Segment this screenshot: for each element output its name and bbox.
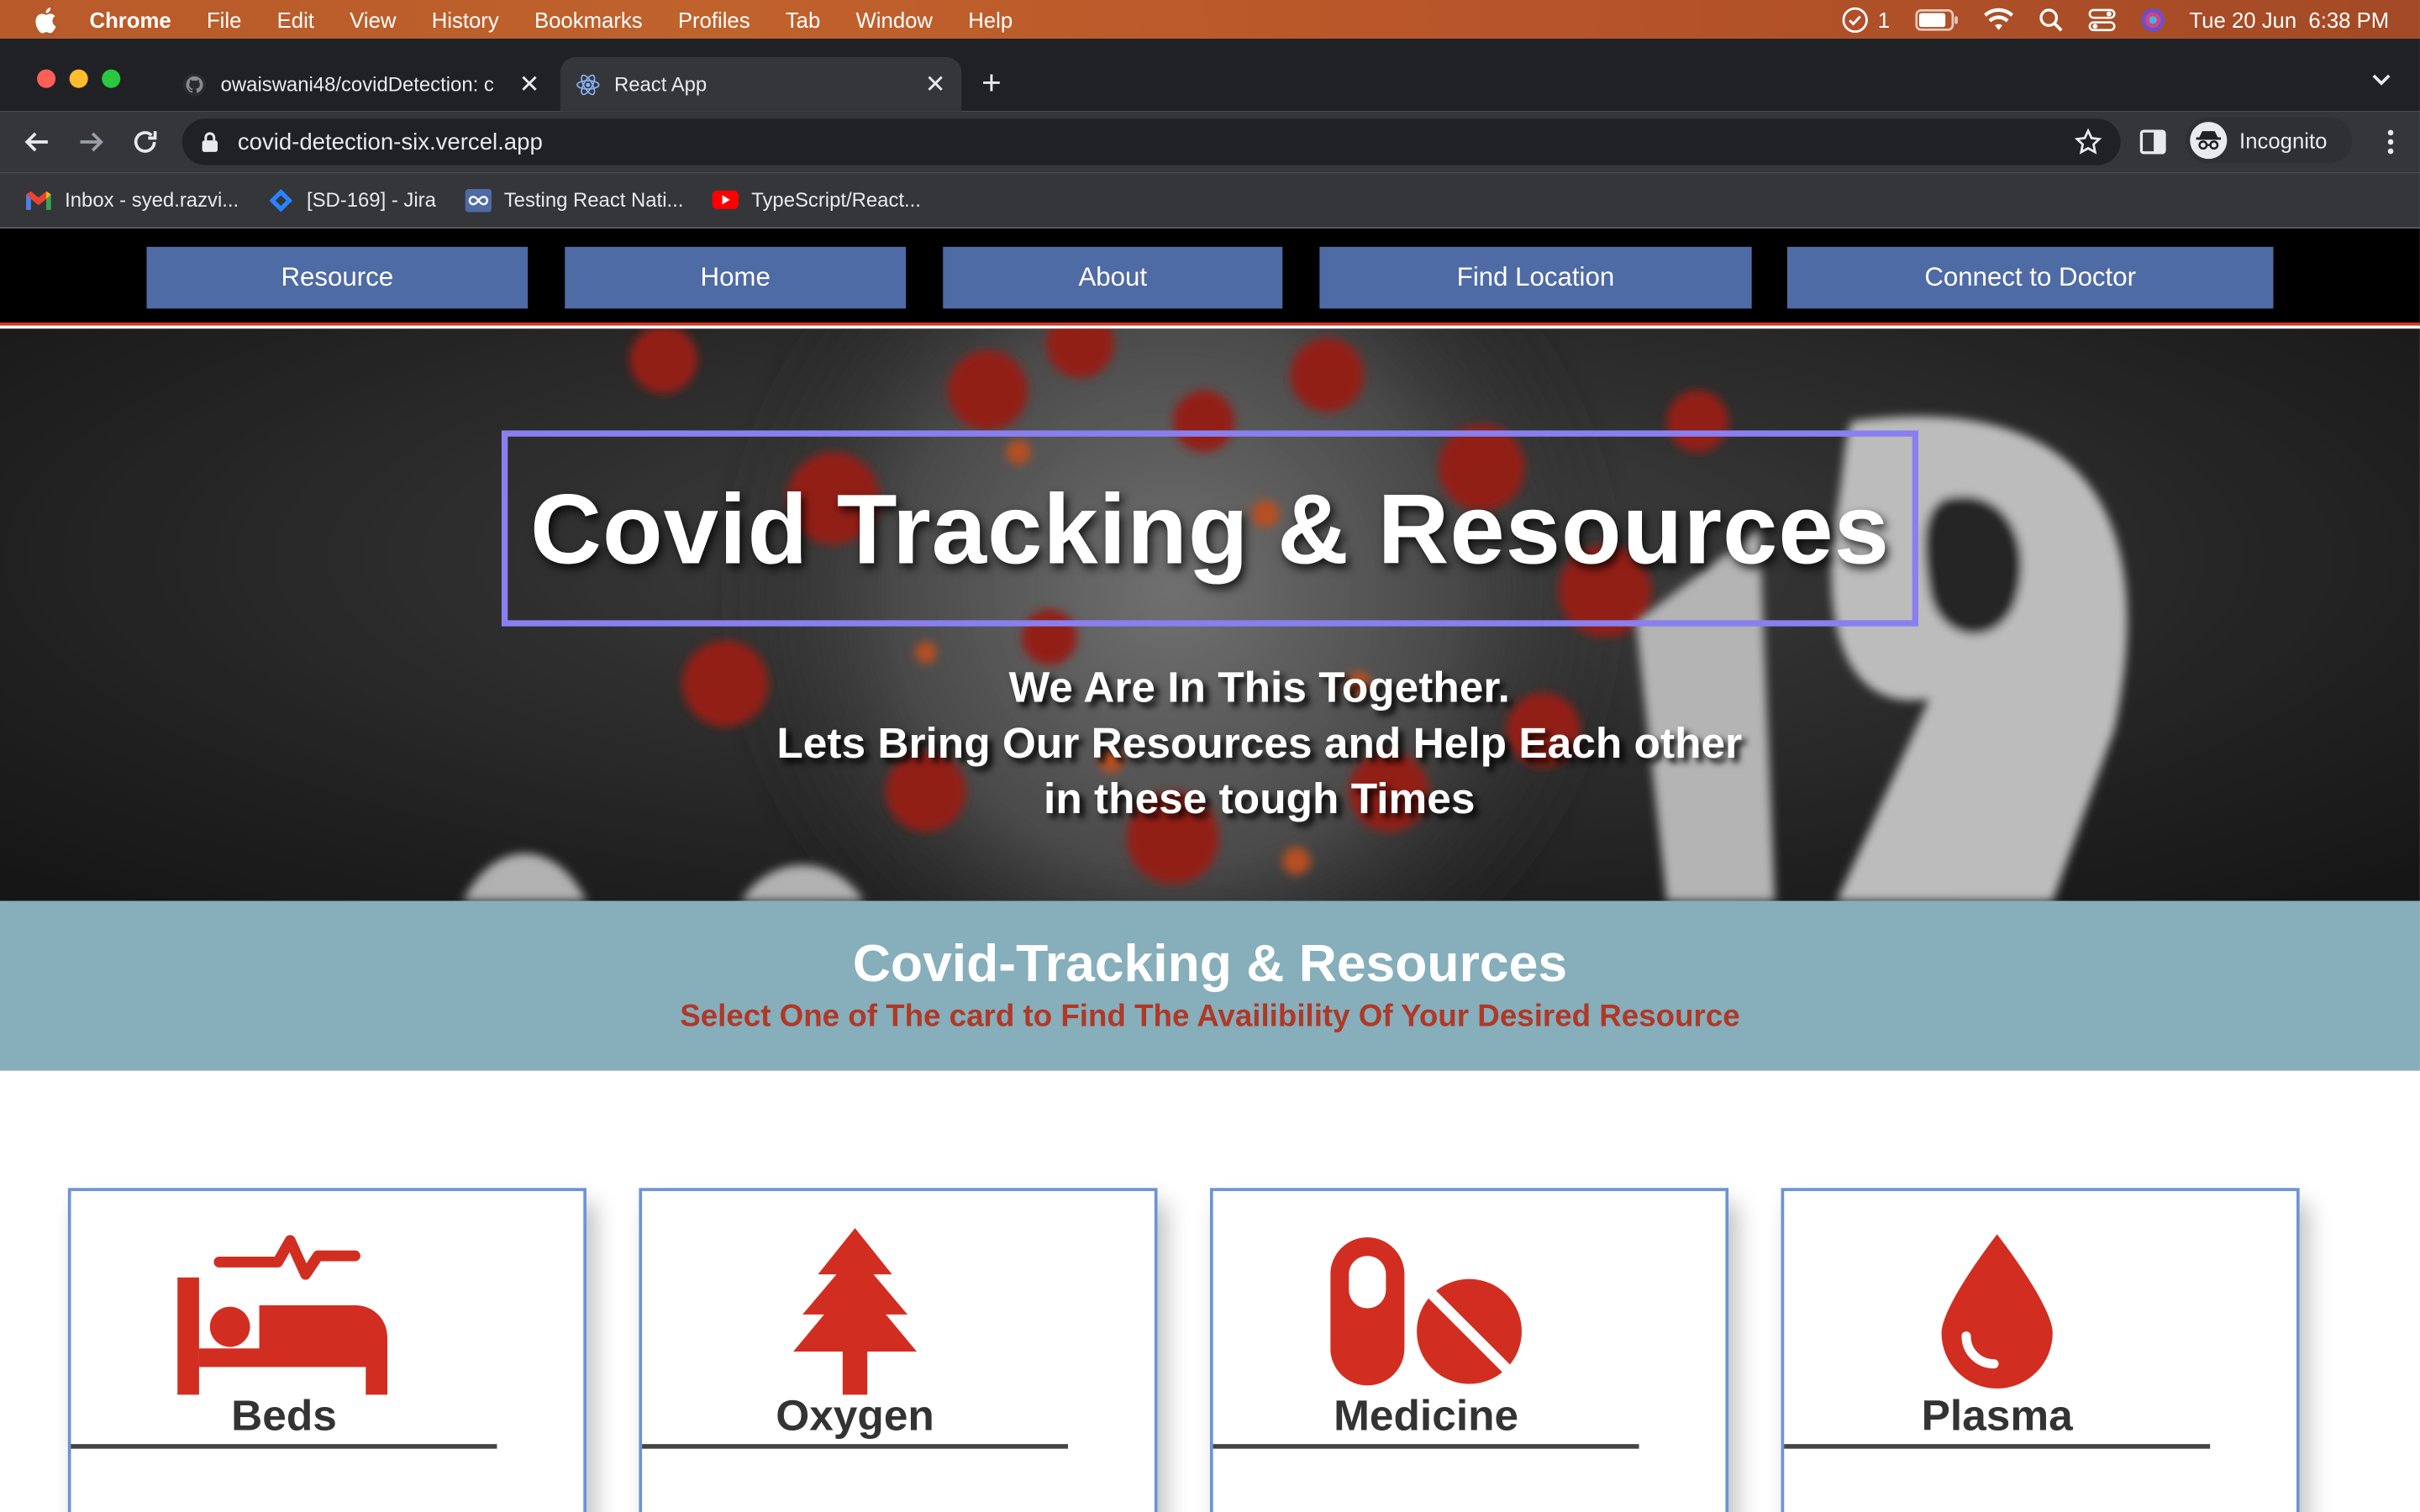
menu-file[interactable]: File (207, 7, 241, 31)
tab-title: owaiswani48/covidDetection: c (220, 72, 494, 96)
web-page: Resource Home About Find Location Connec… (0, 228, 2420, 1512)
notification-count: 1 (1877, 7, 1891, 32)
hero-subtitle: We Are In This Together. Lets Bring Our … (618, 660, 1902, 827)
new-tab-icon[interactable]: + (981, 63, 1002, 103)
zoom-window-button[interactable] (102, 69, 121, 88)
bed-icon (71, 1225, 497, 1398)
band-subtitle: Select One of The card to Find The Avail… (680, 1000, 1740, 1034)
bookmark-label: TypeScript/React... (751, 188, 921, 212)
card-divider (1213, 1444, 1639, 1449)
minimize-window-button[interactable] (69, 69, 88, 88)
lock-icon[interactable] (201, 131, 223, 153)
macos-menubar: Chrome File Edit View History Bookmarks … (0, 0, 2420, 39)
band-title: Covid-Tracking & Resources (852, 935, 1568, 994)
hero-subtitle-line-3: in these tough Times (1044, 774, 1476, 822)
tab-react-app[interactable]: React App ✕ (560, 56, 962, 112)
card-plasma[interactable]: Plasma (1781, 1188, 2300, 1512)
incognito-label: Incognito (2239, 128, 2328, 153)
card-label: Medicine (1334, 1391, 1519, 1440)
menu-profiles[interactable]: Profiles (678, 7, 750, 31)
hero-title: Covid Tracking & Resources (530, 472, 1890, 585)
bookmarks-bar: Inbox - syed.razvi... [SD-169] - Jira Te… (0, 172, 2420, 228)
datetime[interactable]: Tue 20 Jun 6:38 PM (2189, 7, 2389, 31)
infinity-icon (464, 187, 492, 212)
nav-about-button[interactable]: About (943, 246, 1283, 309)
card-divider (642, 1444, 1068, 1449)
bookmark-star-icon[interactable] (2074, 128, 2102, 155)
bookmark-inbox[interactable]: Inbox - syed.razvi... (24, 187, 239, 212)
site-navbar: Resource Home About Find Location Connec… (0, 228, 2420, 326)
checkmark-circle-icon[interactable]: 1 (1841, 5, 1890, 33)
chrome-toolbar: covid-detection-six.vercel.app Incognito (0, 111, 2420, 173)
close-tab-icon[interactable]: ✕ (513, 69, 546, 100)
chevron-down-icon[interactable] (2370, 66, 2392, 94)
menu-help[interactable]: Help (968, 7, 1013, 31)
card-divider (1784, 1444, 2211, 1449)
close-window-button[interactable] (37, 69, 56, 88)
close-tab-icon[interactable]: ✕ (918, 69, 952, 100)
hero-title-box: Covid Tracking & Resources (501, 430, 1919, 627)
address-bar[interactable]: covid-detection-six.vercel.app (182, 118, 2121, 165)
card-label: Beds (231, 1391, 337, 1440)
menu-history[interactable]: History (432, 7, 499, 31)
menu-view[interactable]: View (350, 7, 396, 31)
pills-icon (1213, 1225, 1639, 1398)
apple-icon[interactable] (31, 5, 59, 33)
menu-app-name[interactable]: Chrome (90, 7, 171, 31)
forward-icon[interactable] (76, 127, 107, 158)
bookmark-label: Inbox - syed.razvi... (65, 188, 239, 212)
incognito-chip[interactable]: Incognito (2185, 117, 2353, 164)
tree-icon (642, 1225, 1068, 1398)
menu-edit[interactable]: Edit (277, 7, 314, 31)
bookmark-jira[interactable]: [SD-169] - Jira (266, 187, 436, 212)
reload-icon[interactable] (129, 127, 160, 158)
battery-icon[interactable] (1914, 8, 1958, 30)
bookmark-label: [SD-169] - Jira (306, 188, 436, 212)
more-menu-icon[interactable] (2386, 128, 2396, 163)
menu-bookmarks[interactable]: Bookmarks (534, 7, 643, 31)
react-icon (576, 71, 600, 96)
nav-home-button[interactable]: Home (565, 246, 907, 309)
card-label: Oxygen (776, 1391, 934, 1440)
incognito-icon (2190, 122, 2228, 160)
card-oxygen[interactable]: Oxygen (639, 1188, 1158, 1512)
bookmark-testing-react[interactable]: Testing React Nati... (464, 187, 683, 212)
control-center-icon[interactable] (2087, 7, 2115, 31)
gmail-icon (24, 187, 52, 212)
bookmark-label: Testing React Nati... (503, 188, 684, 212)
menu-window[interactable]: Window (856, 7, 933, 31)
tab-github[interactable]: owaiswani48/covidDetection: c ✕ (166, 57, 555, 111)
window-controls (37, 69, 121, 88)
card-medicine[interactable]: Medicine (1209, 1188, 1729, 1512)
hero-banner: Covid Tracking & Resources We Are In Thi… (0, 328, 2420, 901)
blood-drop-icon (1784, 1225, 2210, 1398)
card-divider (71, 1444, 497, 1449)
resources-band: Covid-Tracking & Resources Select One of… (0, 900, 2420, 1071)
search-icon[interactable] (2038, 7, 2062, 31)
side-panel-icon[interactable] (2139, 128, 2167, 163)
card-beds[interactable]: Beds (67, 1188, 587, 1512)
chrome-tabstrip: owaiswani48/covidDetection: c ✕ React Ap… (0, 38, 2420, 112)
siri-icon[interactable] (2140, 7, 2165, 31)
nav-find-location-button[interactable]: Find Location (1319, 246, 1752, 309)
menu-tab[interactable]: Tab (786, 7, 820, 31)
back-icon[interactable] (22, 127, 53, 158)
github-icon (182, 71, 207, 96)
card-label: Plasma (1921, 1391, 2073, 1440)
url-text[interactable]: covid-detection-six.vercel.app (238, 129, 2075, 155)
hero-subtitle-line-1: We Are In This Together. (1008, 663, 1510, 711)
bookmark-typescript[interactable]: TypeScript/React... (711, 187, 921, 212)
tab-title: React App (614, 72, 708, 96)
hero-subtitle-line-2: Lets Bring Our Resources and Help Each o… (776, 718, 1743, 767)
nav-connect-doctor-button[interactable]: Connect to Doctor (1786, 246, 2274, 309)
wifi-icon[interactable] (1982, 8, 2013, 31)
jira-icon (266, 187, 294, 212)
youtube-icon (711, 187, 739, 212)
nav-resource-button[interactable]: Resource (146, 246, 529, 309)
